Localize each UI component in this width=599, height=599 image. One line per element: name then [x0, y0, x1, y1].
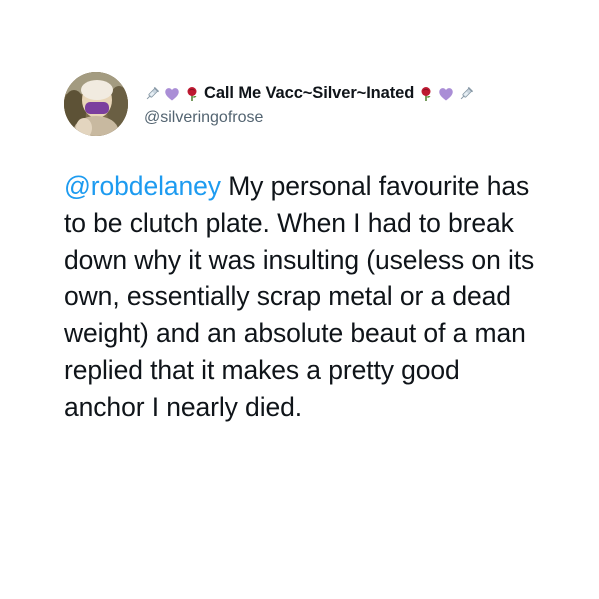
avatar[interactable]: [64, 72, 128, 136]
user-handle[interactable]: @silveringofrose: [144, 109, 474, 127]
purple-heart-icon: [438, 86, 454, 102]
mention-link[interactable]: @robdelaney: [64, 171, 221, 201]
syringe-icon: [458, 86, 474, 102]
tweet-card: Call Me Vacc~Silver~Inated @silveringofr…: [0, 0, 599, 599]
tweet-body: My personal favourite has to be clutch p…: [64, 171, 535, 422]
avatar-image: [64, 72, 128, 136]
tweet-author: Call Me Vacc~Silver~Inated @silveringofr…: [144, 82, 474, 127]
display-name: Call Me Vacc~Silver~Inated: [204, 84, 415, 102]
tweet-text: @robdelaney My personal favourite has to…: [64, 168, 544, 426]
rose-icon: [418, 86, 434, 102]
syringe-icon: [144, 86, 160, 102]
display-name-row[interactable]: Call Me Vacc~Silver~Inated: [144, 82, 474, 106]
tweet-header: Call Me Vacc~Silver~Inated @silveringofr…: [64, 72, 474, 136]
rose-icon: [184, 86, 200, 102]
purple-heart-icon: [164, 86, 180, 102]
